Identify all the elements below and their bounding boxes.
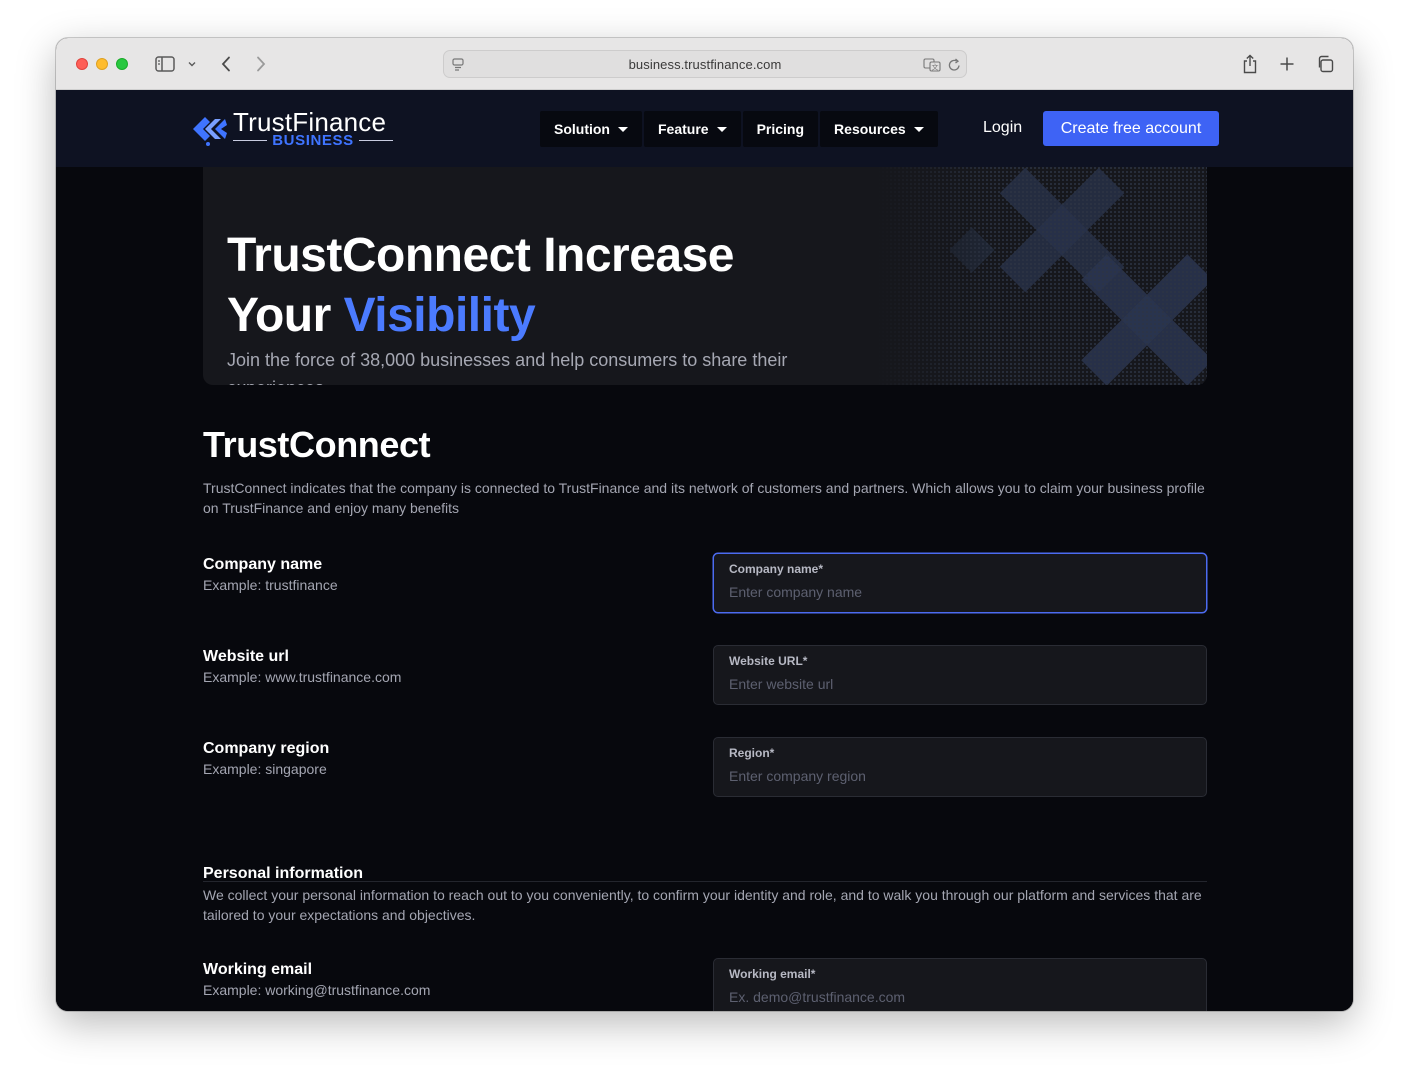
page-settings-icon[interactable]	[450, 53, 466, 77]
login-link[interactable]: Login	[983, 119, 1022, 137]
share-icon[interactable]	[1240, 52, 1260, 76]
caret-down-icon	[618, 126, 628, 132]
back-icon[interactable]	[216, 52, 236, 76]
tab-overview-icon[interactable]	[1314, 52, 1336, 76]
company-name-field[interactable]: Company name*	[713, 553, 1207, 613]
web-page: TrustConnect Increase Your Visibility Jo…	[56, 90, 1353, 1011]
browser-titlebar: business.trustfinance.com 文	[56, 38, 1353, 90]
company-name-field-label: Company name*	[729, 562, 824, 576]
hero-title: TrustConnect Increase Your Visibility	[227, 226, 735, 346]
main-menu: Solution Feature Pricing Resources	[540, 111, 938, 147]
hero-title-accent: Visibility	[343, 289, 536, 342]
logo-sub-text: BUSINESS	[272, 132, 354, 149]
new-tab-icon[interactable]	[1277, 52, 1297, 76]
company-region-label: Company region	[203, 740, 330, 757]
caret-down-icon	[716, 126, 727, 132]
reload-icon[interactable]	[946, 53, 962, 77]
minimize-window-button[interactable]	[96, 58, 108, 70]
caret-down-icon	[913, 126, 924, 132]
company-region-field[interactable]: Region*	[713, 737, 1207, 797]
menu-solution-label: Solution	[554, 121, 610, 137]
company-region-example: Example: singapore	[203, 761, 327, 777]
personal-info-description: We collect your personal information to …	[203, 887, 1202, 923]
section-title: TrustConnect	[203, 424, 431, 465]
chevron-down-icon[interactable]	[186, 52, 198, 76]
company-region-info: Company region Example: singapore	[203, 740, 623, 777]
forward-icon[interactable]	[251, 52, 271, 76]
company-name-label: Company name	[203, 556, 323, 573]
sidebar-toggle-icon[interactable]	[152, 52, 178, 76]
menu-resources-label: Resources	[834, 121, 906, 137]
menu-feature[interactable]: Feature	[644, 111, 741, 147]
hero-title-line2: Your Visibility	[227, 286, 734, 346]
decorative-pattern	[877, 150, 1207, 385]
trustconnect-section: TrustConnect TrustConnect indicates that…	[203, 424, 1207, 518]
menu-pricing-label: Pricing	[756, 121, 805, 137]
website-url-info: Website url Example: www.trustfinance.co…	[203, 648, 623, 685]
url-text: business.trustfinance.com	[628, 56, 782, 72]
company-name-info: Company name Example: trustfinance	[203, 556, 623, 593]
working-email-info: Working email Example: working@trustfina…	[203, 961, 623, 998]
close-window-button[interactable]	[76, 58, 88, 70]
menu-resources[interactable]: Resources	[820, 111, 938, 147]
personal-info-title: Personal information	[203, 865, 364, 882]
working-email-field[interactable]: Working email*	[713, 958, 1207, 1011]
create-account-button[interactable]: Create free account	[1043, 111, 1219, 146]
company-name-example: Example: trustfinance	[203, 577, 338, 593]
menu-feature-label: Feature	[658, 121, 709, 137]
hero-title-plain: Your	[227, 289, 344, 342]
company-name-input[interactable]	[729, 584, 1191, 600]
browser-window: business.trustfinance.com 文 TrustConnect…	[56, 38, 1353, 1011]
working-email-example: Example: working@trustfinance.com	[203, 982, 431, 998]
address-bar[interactable]: business.trustfinance.com 文	[443, 50, 967, 78]
website-url-field[interactable]: Website URL*	[713, 645, 1207, 705]
company-region-field-label: Region*	[729, 746, 775, 760]
zoom-window-button[interactable]	[116, 58, 128, 70]
svg-text:文: 文	[932, 63, 939, 72]
working-email-input[interactable]	[729, 989, 1191, 1005]
trustfinance-logo[interactable]: TrustFinance BUSINESS	[191, 107, 401, 151]
hero-title-line1: TrustConnect Increase	[227, 229, 735, 282]
hero-subtitle: Join the force of 38,000 businesses and …	[227, 350, 788, 385]
website-url-example: Example: www.trustfinance.com	[203, 669, 402, 685]
website-url-field-label: Website URL*	[729, 654, 808, 668]
menu-pricing[interactable]: Pricing	[742, 111, 819, 147]
top-navigation: TrustFinance BUSINESS Solution Feature P…	[56, 90, 1353, 167]
logo-mark-icon	[193, 117, 227, 146]
menu-solution[interactable]: Solution	[540, 111, 642, 147]
translate-icon[interactable]: 文	[922, 53, 942, 77]
website-url-label: Website url	[203, 648, 289, 665]
working-email-label: Working email	[203, 961, 313, 978]
company-region-input[interactable]	[729, 768, 1191, 784]
working-email-field-label: Working email*	[729, 967, 816, 981]
hero-card: TrustConnect Increase Your Visibility Jo…	[203, 150, 1207, 385]
logo-subtitle: BUSINESS	[233, 132, 393, 149]
website-url-input[interactable]	[729, 676, 1191, 692]
section-description: TrustConnect indicates that the company …	[203, 480, 1205, 516]
personal-info-section: Personal information We collect your per…	[203, 865, 1207, 925]
